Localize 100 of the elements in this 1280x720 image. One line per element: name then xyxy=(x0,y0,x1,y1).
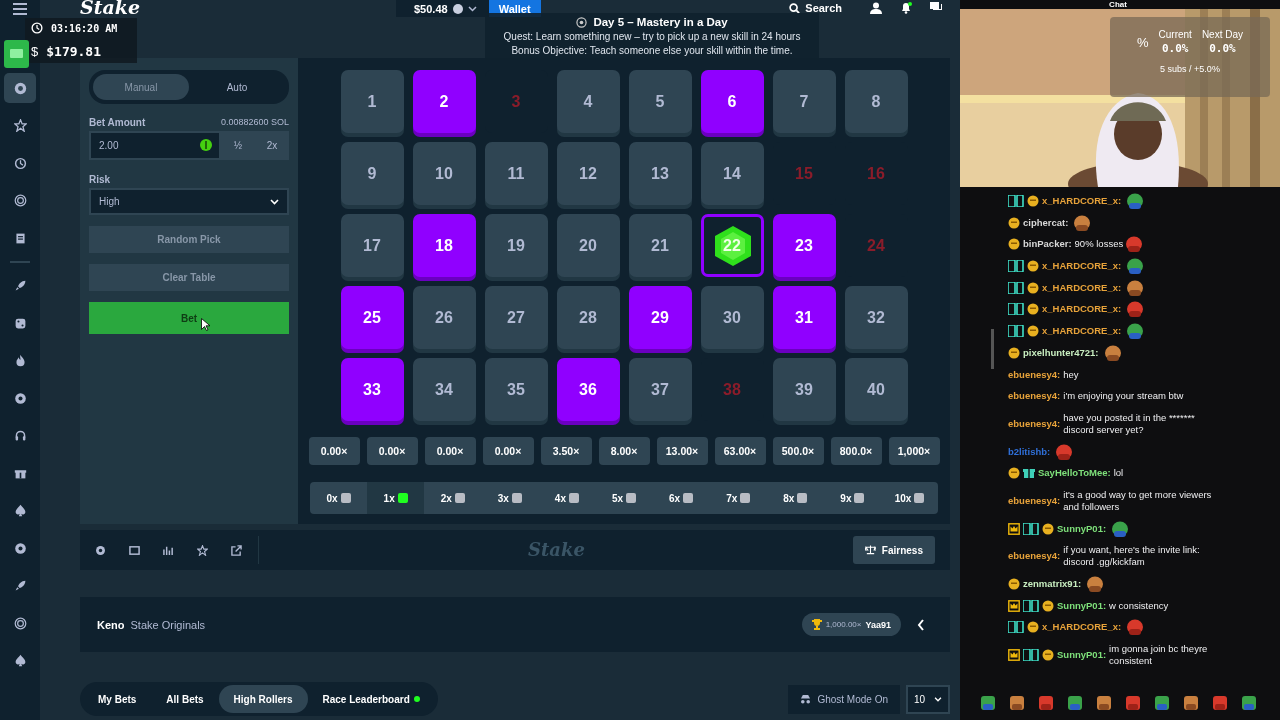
record-multiplier: 1,000.00× xyxy=(825,620,862,629)
target-icon xyxy=(576,16,588,28)
hit-count-label: 3x xyxy=(497,492,509,504)
chip-icon xyxy=(13,81,27,95)
emote-icon[interactable] xyxy=(1125,695,1141,711)
clear-table-button[interactable]: Clear Table xyxy=(89,264,289,291)
game-subtitle: Stake Originals xyxy=(130,618,206,631)
headset-icon xyxy=(13,429,27,442)
bet-amount-field[interactable]: 2.00 xyxy=(89,131,221,160)
chat-username: x_HARDCORE_x: xyxy=(1042,325,1122,338)
chat-username: ebuenesy4: xyxy=(1008,417,1061,430)
bets-tab[interactable]: High Rollers xyxy=(218,685,308,713)
page-size-select[interactable]: 10 xyxy=(906,684,950,714)
emote-icon[interactable] xyxy=(1009,695,1025,711)
chat-username: ebuenesy4: xyxy=(1008,550,1061,563)
chat-username: zenmatrix91: xyxy=(1023,578,1082,590)
chevron-down-icon xyxy=(934,696,942,702)
emote-icon[interactable] xyxy=(980,695,996,711)
payout-multiplier: 0.00× xyxy=(366,437,418,465)
bets-tab[interactable]: Race Leaderboard xyxy=(307,685,435,713)
field-label: Bet Amount xyxy=(89,117,146,128)
chat-username: ciphercat: xyxy=(1023,216,1069,229)
emote-icon[interactable] xyxy=(1096,695,1112,711)
coin-icon xyxy=(452,3,463,14)
chat-message: i'm enjoying your stream btw xyxy=(1063,390,1184,403)
emote-icon[interactable] xyxy=(1067,695,1083,711)
chat-username: SunnyP01: xyxy=(1057,599,1107,612)
chat-username: ebuenesy4: xyxy=(1008,494,1061,507)
watermark-logo: Stake xyxy=(528,539,585,560)
stat-label: Next Day xyxy=(1201,29,1243,40)
chat-username: SayHelloToMee: xyxy=(1038,467,1111,480)
target-icon xyxy=(13,616,27,630)
field-label: Risk xyxy=(89,174,112,185)
settings-icon[interactable] xyxy=(95,544,106,556)
history-icon xyxy=(13,156,27,170)
chat-username: ebuenesy4: xyxy=(1008,390,1061,403)
scale-icon xyxy=(864,545,876,555)
chart-icon[interactable] xyxy=(163,544,174,556)
hit-count-label: 8x xyxy=(783,492,795,504)
search-label: Search xyxy=(805,2,842,14)
chat-message: im gonna join bc theyre consistent xyxy=(1109,643,1209,668)
bets-tab[interactable]: All Bets xyxy=(151,685,219,713)
hit-count-label: 10x xyxy=(894,492,912,504)
fairness-button[interactable]: Fairness xyxy=(852,536,935,564)
chat-message: if you want, here's the invite link: discord .gg/kickfam xyxy=(1063,544,1201,569)
chevron-left-icon[interactable] xyxy=(917,618,925,631)
flame-icon xyxy=(13,354,27,367)
chat-username: x_HARDCORE_x: xyxy=(1042,260,1122,273)
emote-icon[interactable] xyxy=(1212,695,1228,711)
random-pick-button[interactable]: Random Pick xyxy=(89,226,289,253)
cursor-icon xyxy=(201,318,210,331)
chat-username: x_HARDCORE_x: xyxy=(1042,281,1122,294)
chat-message: have you posted it in the ******* discord server yet? xyxy=(1063,411,1196,436)
ghost-mode-button[interactable]: Ghost Mode On xyxy=(788,684,900,714)
payout-multiplier: 8.00× xyxy=(598,437,650,465)
subs-note: 5 subs / +5.0% xyxy=(1160,64,1220,74)
incognito-icon xyxy=(800,694,812,704)
spade-icon xyxy=(13,654,27,667)
quest-title: Day 5 – Mastery in a Day xyxy=(593,16,728,28)
bell-icon[interactable] xyxy=(900,2,912,14)
hit-count-label: 4x xyxy=(554,492,566,504)
user-icon[interactable] xyxy=(870,2,882,14)
chat-username: x_HARDCORE_x: xyxy=(1042,303,1122,316)
quest-text: Quest: Learn something new – try to pick up a new skill in 24 hours xyxy=(503,31,801,42)
chat-username: SunnyP01: xyxy=(1057,522,1107,535)
payout-multiplier: 500.0× xyxy=(772,437,824,465)
payout-multiplier: 3.50× xyxy=(540,437,592,465)
chat-message: 90% losses xyxy=(1074,238,1124,251)
star-icon[interactable] xyxy=(197,544,208,556)
stat-label: Current xyxy=(1158,29,1192,40)
chat-message: lol xyxy=(1113,467,1124,480)
menu-icon[interactable] xyxy=(13,3,27,15)
chat-username: x_HARDCORE_x: xyxy=(1042,195,1122,207)
bet-button[interactable]: Bet xyxy=(89,302,289,334)
sidebar-item[interactable] xyxy=(4,73,36,103)
emote-icon[interactable] xyxy=(1154,695,1170,711)
risk-select[interactable]: High xyxy=(89,188,289,215)
search-button[interactable]: Search xyxy=(789,2,842,14)
chat-username: x_HARDCORE_x: xyxy=(1042,621,1122,634)
emote-icon[interactable] xyxy=(1241,695,1257,711)
cash-icon xyxy=(4,40,29,68)
payout-multiplier: 0.00× xyxy=(308,437,360,465)
hit-count-label: 7x xyxy=(726,492,738,504)
chat-username: SunnyP01: xyxy=(1057,649,1107,662)
external-link-icon[interactable] xyxy=(231,544,242,556)
emote-icon[interactable] xyxy=(1183,695,1199,711)
dice-icon xyxy=(13,316,27,330)
mode-tab[interactable]: Manual xyxy=(93,74,189,100)
window-icon[interactable] xyxy=(129,544,140,556)
clock-time: 03:16:20 AM xyxy=(51,22,118,34)
hit-count-label: 0x xyxy=(326,492,338,504)
bets-tab[interactable]: My Bets xyxy=(83,685,152,713)
quest-bonus: Bonus Objective: Teach someone else your skill within the time. xyxy=(511,45,793,56)
mode-tab[interactable]: Auto xyxy=(189,74,285,100)
payout-multiplier: 800.0× xyxy=(830,437,882,465)
emote-icon[interactable] xyxy=(1038,695,1054,711)
spade-icon xyxy=(13,504,27,517)
hit-count-label: 6x xyxy=(669,492,681,504)
payout-multiplier: 1,000× xyxy=(888,437,940,465)
balance-dropdown[interactable]: $50.48 xyxy=(396,0,489,17)
